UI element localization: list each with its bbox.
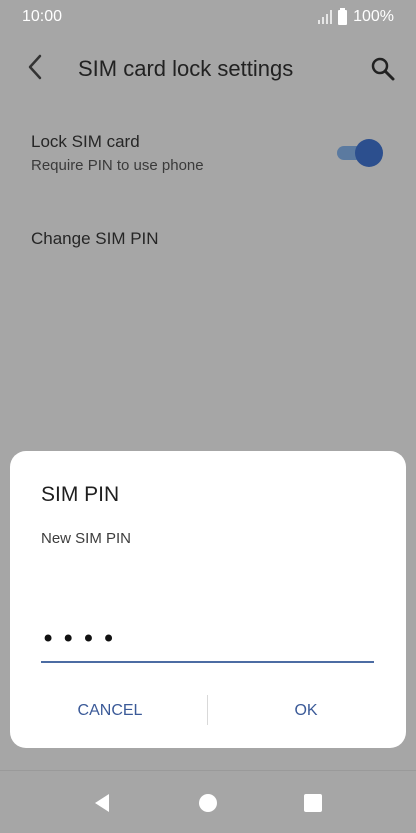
toggle-thumb — [355, 139, 383, 167]
back-arrow-icon[interactable] — [22, 52, 52, 82]
square-recent-icon[interactable] — [301, 791, 325, 815]
search-icon[interactable] — [368, 54, 398, 84]
lock-sim-toggle[interactable] — [335, 139, 383, 167]
dialog-actions: CANCEL OK — [10, 691, 406, 731]
navigation-bar — [0, 770, 416, 833]
button-divider — [207, 695, 208, 725]
change-sim-pin-setting[interactable]: Change SIM PIN — [0, 208, 416, 268]
change-sim-pin-label: Change SIM PIN — [31, 229, 159, 248]
status-indicators: 100% — [318, 7, 394, 26]
battery-percent: 100% — [353, 8, 394, 25]
battery-icon — [338, 7, 348, 25]
lock-sim-title: Lock SIM card — [31, 132, 140, 151]
signal-icon — [318, 10, 333, 24]
status-bar: 10:00 100% — [0, 0, 416, 34]
lock-sim-subtitle: Require PIN to use phone — [31, 157, 204, 174]
lock-sim-setting[interactable]: Lock SIM card Require PIN to use phone — [0, 118, 416, 188]
app-bar: SIM card lock settings — [0, 34, 416, 100]
circle-home-icon[interactable] — [196, 791, 220, 815]
dialog-message: New SIM PIN — [41, 530, 132, 547]
pin-input[interactable] — [41, 619, 374, 663]
status-time: 10:00 — [22, 8, 63, 25]
page-title: SIM card lock settings — [78, 56, 294, 81]
dialog-title: SIM PIN — [41, 483, 120, 506]
cancel-button[interactable]: CANCEL — [50, 691, 170, 731]
sim-pin-dialog: SIM PIN New SIM PIN CANCEL OK — [10, 451, 406, 748]
ok-button[interactable]: OK — [246, 691, 366, 731]
triangle-back-icon[interactable] — [91, 791, 115, 815]
